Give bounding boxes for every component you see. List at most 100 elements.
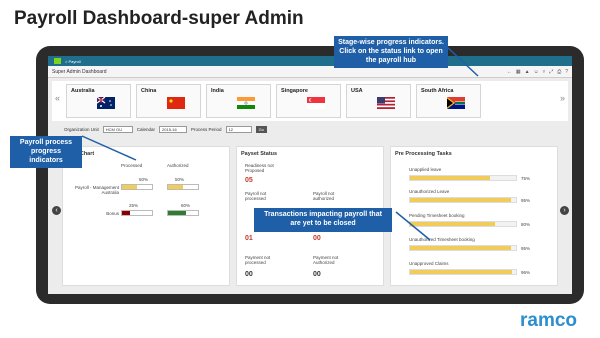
scroll-left-icon[interactable]: « bbox=[55, 93, 60, 103]
country-card-australia[interactable]: Australia bbox=[66, 84, 131, 118]
task-bar[interactable] bbox=[409, 221, 517, 227]
country-card-south-africa[interactable]: South Africa bbox=[416, 84, 481, 118]
go-button[interactable]: Go bbox=[255, 125, 267, 133]
toolbar-icons: ← ▦ ▲ ☺ ▿ ⤢ ⎙ ? bbox=[507, 69, 568, 75]
india-flag-icon bbox=[237, 97, 255, 109]
progress-chart-panel: ress Chart Processed Authorized Payroll … bbox=[62, 146, 230, 286]
home-icon[interactable] bbox=[54, 58, 61, 64]
pre-processing-panel: Pre Processing Tasks Unapplied leave 75%… bbox=[390, 146, 558, 286]
ramco-logo: ramco bbox=[520, 310, 578, 331]
payset-value[interactable]: 01 bbox=[245, 235, 253, 242]
task-bar[interactable] bbox=[409, 197, 517, 203]
singapore-flag-icon bbox=[307, 97, 325, 109]
task-label: Unauthorized Timesheet booking bbox=[409, 237, 475, 242]
processed-fill bbox=[122, 211, 130, 215]
task-pct: 96% bbox=[521, 270, 531, 275]
task-fill bbox=[410, 176, 490, 180]
user-icon[interactable]: ☺ bbox=[534, 69, 539, 75]
task-bar[interactable] bbox=[409, 175, 517, 181]
task-fill bbox=[410, 270, 512, 274]
stage-callout: Stage-wise progress indicators. Click on… bbox=[334, 36, 448, 69]
grid-icon[interactable]: ▦ bbox=[516, 69, 521, 75]
payment-not-authorized-value[interactable]: 00 bbox=[313, 271, 321, 278]
page-subtitle: Super Admin Dashboard bbox=[52, 68, 107, 75]
task-label: Pending Timesheet booking bbox=[409, 213, 465, 218]
authorized-pct: 50% bbox=[175, 177, 185, 182]
breadcrumb[interactable]: > Payroll bbox=[65, 59, 81, 64]
payment-not-processed-label: Payment not processed bbox=[245, 255, 271, 265]
readiness-label: Readiness not Proposed bbox=[245, 163, 274, 173]
prev-page-icon[interactable]: ‹ bbox=[52, 206, 61, 215]
china-flag-icon bbox=[167, 97, 185, 109]
help-icon[interactable]: ? bbox=[565, 69, 568, 75]
slide-title: Payroll Dashboard-super Admin bbox=[14, 8, 304, 29]
task-label: Unauthorized Leave bbox=[409, 189, 450, 194]
country-card-usa[interactable]: USA bbox=[346, 84, 411, 118]
payment-not-authorized-label: Payment not Authorized bbox=[313, 255, 339, 265]
task-pct: 80% bbox=[521, 222, 531, 227]
country-name: China bbox=[141, 88, 157, 94]
expand-icon[interactable]: ⤢ bbox=[549, 69, 553, 75]
country-card-india[interactable]: India bbox=[206, 84, 271, 118]
app-screen: > Payroll Super Admin Dashboard ← ▦ ▲ ☺ … bbox=[48, 56, 572, 294]
top-nav-bar: > Payroll bbox=[48, 56, 572, 66]
panel-title: Pre Processing Tasks bbox=[395, 151, 452, 157]
row-label: Payroll - Management Australia bbox=[74, 185, 119, 195]
processed-pct: 25% bbox=[129, 203, 139, 208]
country-card-singapore[interactable]: Singapore bbox=[276, 84, 341, 118]
task-fill bbox=[410, 246, 511, 250]
task-pct: 95% bbox=[521, 246, 531, 251]
processed-bar[interactable] bbox=[121, 210, 153, 216]
task-label: Unapplied leave bbox=[409, 167, 442, 172]
next-page-icon[interactable]: › bbox=[560, 206, 569, 215]
panel-title: Payset Status bbox=[241, 151, 278, 157]
payment-not-processed-value[interactable]: 00 bbox=[245, 271, 253, 278]
country-name: Australia bbox=[71, 88, 95, 94]
payroll-not-authorized-label: Payroll not authorized bbox=[313, 191, 335, 201]
org-unit-label: Organization Unit bbox=[64, 126, 99, 132]
country-name: Singapore bbox=[281, 88, 308, 94]
task-bar[interactable] bbox=[409, 269, 517, 275]
col-processed: Processed bbox=[121, 163, 143, 168]
country-name: India bbox=[211, 88, 224, 94]
payset-value[interactable]: 00 bbox=[313, 235, 321, 242]
col-authorized: Authorized bbox=[167, 163, 189, 168]
print-icon[interactable]: ⎙ bbox=[557, 69, 561, 75]
payroll-not-processed-label: Payroll not processed bbox=[245, 191, 267, 201]
task-fill bbox=[410, 198, 511, 202]
org-unit-select[interactable]: HCM OU bbox=[102, 125, 133, 133]
task-pct: 75% bbox=[521, 176, 531, 181]
country-card-china[interactable]: China bbox=[136, 84, 201, 118]
back-icon[interactable]: ← bbox=[507, 69, 512, 75]
processed-fill bbox=[122, 185, 137, 189]
authorized-pct: 60% bbox=[181, 203, 191, 208]
authorized-bar[interactable] bbox=[167, 210, 199, 216]
filter-bar: Organization Unit HCM OU Calendar 2015-1… bbox=[48, 121, 572, 137]
filter-icon[interactable]: ▿ bbox=[543, 69, 546, 75]
task-label: Unapproved Claims bbox=[409, 261, 449, 266]
authorized-fill bbox=[168, 211, 186, 215]
period-label: Process Period bbox=[191, 126, 222, 132]
usa-flag-icon bbox=[377, 97, 395, 109]
country-strip: « Australia China India Singapore USA So… bbox=[52, 81, 568, 121]
transactions-callout: Transactions impacting payroll that are … bbox=[254, 208, 392, 232]
authorized-bar[interactable] bbox=[167, 184, 199, 190]
australia-flag-icon bbox=[97, 97, 115, 109]
task-fill bbox=[410, 222, 495, 226]
sub-header: Super Admin Dashboard ← ▦ ▲ ☺ ▿ ⤢ ⎙ ? bbox=[48, 66, 572, 78]
authorized-fill bbox=[168, 185, 183, 189]
country-name: South Africa bbox=[421, 88, 454, 94]
row-label: Bonus bbox=[106, 211, 119, 216]
calendar-select[interactable]: 2015-16 bbox=[159, 125, 188, 133]
readiness-value[interactable]: 05 bbox=[245, 177, 253, 184]
period-select[interactable]: 12 bbox=[225, 125, 252, 133]
scroll-right-icon[interactable]: » bbox=[560, 93, 565, 103]
calendar-label: Calendar bbox=[136, 126, 156, 132]
task-bar[interactable] bbox=[409, 245, 517, 251]
south-africa-flag-icon bbox=[447, 97, 465, 109]
payroll-process-callout: Payroll process progress indicators bbox=[10, 136, 82, 169]
processed-bar[interactable] bbox=[121, 184, 153, 190]
task-pct: 95% bbox=[521, 198, 531, 203]
country-name: USA bbox=[351, 88, 363, 94]
chart-icon[interactable]: ▲ bbox=[525, 69, 530, 75]
